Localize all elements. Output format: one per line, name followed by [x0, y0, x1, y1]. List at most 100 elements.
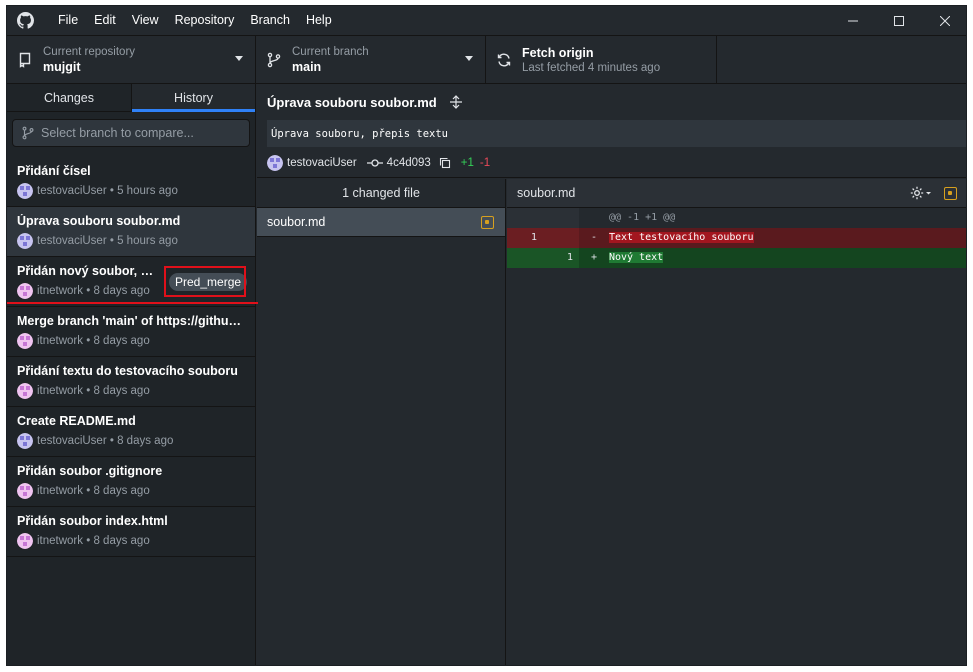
- commit-item[interactable]: Přidán nový soubor, sou... itnetwork • 8…: [7, 257, 258, 307]
- toolbar: Current repository mujgit Current branch…: [7, 35, 966, 84]
- sidebar-tabs: Changes History: [7, 84, 255, 112]
- old-line-number: [507, 248, 543, 268]
- commit-author: itnetwork: [37, 335, 84, 347]
- diff-line-text: Nový text: [609, 252, 664, 263]
- fetch-origin-button[interactable]: Fetch origin Last fetched 4 minutes ago: [486, 36, 717, 84]
- commit-author: testovaciUser: [37, 435, 107, 447]
- menu-branch[interactable]: Branch: [242, 6, 298, 35]
- minimize-button[interactable]: [830, 6, 876, 35]
- avatar: [17, 233, 33, 249]
- additions-count: +1: [460, 157, 474, 169]
- menu-repository[interactable]: Repository: [167, 6, 243, 35]
- branch-compare-input[interactable]: Select branch to compare...: [12, 119, 250, 147]
- diff-line-deleted[interactable]: 1 - Text testovacího souboru: [507, 228, 966, 248]
- commit-detail-title: Úprava souboru soubor.md: [267, 94, 437, 110]
- commit-time: 8 days ago: [93, 385, 150, 397]
- close-window-button[interactable]: [922, 6, 966, 35]
- avatar: [17, 333, 33, 349]
- copy-icon[interactable]: [439, 157, 451, 169]
- chevron-down-icon: [235, 56, 243, 61]
- commit-item[interactable]: Create README.md testovaciUser • 8 days …: [7, 407, 255, 457]
- commit-item[interactable]: Úprava souboru soubor.md testovaciUser •…: [7, 207, 255, 257]
- hunk-text: @@ -1 +1 @@: [609, 212, 676, 223]
- branch-icon: [267, 52, 281, 68]
- avatar: [17, 383, 33, 399]
- diff-file-name: soubor.md: [517, 186, 576, 200]
- modified-icon: [944, 187, 957, 200]
- avatar: [17, 483, 33, 499]
- sidebar: Changes History Select branch to compare…: [7, 84, 258, 665]
- main-panel: Úprava souboru soubor.md Úprava souboru,…: [257, 84, 966, 665]
- commit-sha: 4c4d093: [386, 157, 431, 169]
- deletions-count: -1: [479, 157, 491, 169]
- file-row[interactable]: soubor.md: [257, 208, 505, 237]
- maximize-icon: [894, 15, 904, 26]
- current-branch-value: main: [292, 60, 322, 74]
- minimize-icon: [848, 20, 858, 21]
- menu-view[interactable]: View: [124, 6, 167, 35]
- new-line-number: 1: [543, 248, 579, 268]
- commit-title: Přidán soubor index.html: [17, 514, 168, 528]
- diff-marker: -: [590, 232, 598, 243]
- commit-title: Úprava souboru soubor.md: [17, 214, 181, 228]
- menu-file[interactable]: File: [50, 6, 86, 35]
- commit-time: 8 days ago: [93, 335, 150, 347]
- commit-item[interactable]: Přidání čísel testovaciUser • 5 hours ag…: [7, 157, 255, 207]
- title-bar: File Edit View Repository Branch Help: [7, 6, 966, 35]
- commit-item[interactable]: Merge branch 'main' of https://github...…: [7, 307, 255, 357]
- diff-line-added[interactable]: 1 + Nový text: [507, 248, 966, 268]
- diff-pane: soubor.md @@ -1 +1 @@ 1 - Text testovací…: [507, 179, 966, 665]
- changed-files-header: 1 changed file: [257, 179, 505, 208]
- commit-item[interactable]: Přidán soubor .gitignore itnetwork • 8 d…: [7, 457, 255, 507]
- diff-marker: +: [590, 252, 598, 263]
- commit-item[interactable]: Přidán soubor index.html itnetwork • 8 d…: [7, 507, 255, 557]
- current-repository-button[interactable]: Current repository mujgit: [7, 36, 256, 84]
- diff-body: @@ -1 +1 @@ 1 - Text testovacího souboru…: [507, 208, 966, 268]
- avatar: [17, 283, 33, 299]
- commit-title: Merge branch 'main' of https://github...…: [17, 314, 245, 328]
- highlight-box: [164, 266, 246, 297]
- current-branch-button[interactable]: Current branch main: [256, 36, 486, 84]
- chevron-down-icon: [465, 56, 473, 61]
- last-fetched-text: Last fetched 4 minutes ago: [522, 62, 661, 74]
- commit-detail-author: testovaciUser: [287, 157, 357, 169]
- menu-edit[interactable]: Edit: [86, 6, 124, 35]
- commit-icon: [366, 159, 383, 167]
- commit-item[interactable]: Přidání textu do testovacího souboru itn…: [7, 357, 255, 407]
- modified-icon: [481, 216, 494, 229]
- commit-author: itnetwork: [37, 535, 84, 547]
- github-logo-icon: [17, 12, 34, 29]
- commit-description: Úprava souboru, přepis textu: [267, 120, 966, 147]
- current-branch-label: Current branch: [292, 46, 369, 58]
- commit-time: 8 days ago: [93, 285, 150, 297]
- commit-author: testovaciUser: [37, 185, 107, 197]
- commit-author: itnetwork: [37, 485, 84, 497]
- current-repository-label: Current repository: [43, 46, 136, 58]
- menu-help[interactable]: Help: [298, 6, 340, 35]
- diff-header: soubor.md: [507, 179, 966, 208]
- diff-hunk-header: @@ -1 +1 @@: [507, 208, 966, 228]
- commit-list: Přidání čísel testovaciUser • 5 hours ag…: [7, 157, 258, 557]
- avatar: [17, 533, 33, 549]
- new-line-number: [543, 228, 579, 248]
- commit-title: Přidání čísel: [17, 164, 91, 178]
- avatar: [17, 183, 33, 199]
- commit-title: Přidání textu do testovacího souboru: [17, 364, 238, 378]
- commit-author: testovaciUser: [37, 235, 107, 247]
- commit-info: testovaciUser 4c4d093 +1 -1: [267, 147, 958, 179]
- avatar: [17, 433, 33, 449]
- maximize-button[interactable]: [876, 6, 922, 35]
- tab-history[interactable]: History: [131, 84, 255, 112]
- branch-icon: [22, 126, 34, 140]
- tab-changes[interactable]: Changes: [7, 84, 131, 111]
- sync-icon: [497, 53, 511, 67]
- commit-title: Přidán nový soubor, sou...: [17, 264, 157, 278]
- expand-icon[interactable]: [449, 95, 463, 109]
- avatar: [267, 155, 283, 171]
- current-repository-value: mujgit: [43, 60, 81, 74]
- repo-icon: [19, 52, 31, 68]
- fetch-origin-label: Fetch origin: [522, 46, 594, 60]
- app-window: File Edit View Repository Branch Help Cu…: [6, 5, 967, 666]
- gear-icon[interactable]: [910, 186, 932, 200]
- close-icon: [940, 15, 950, 26]
